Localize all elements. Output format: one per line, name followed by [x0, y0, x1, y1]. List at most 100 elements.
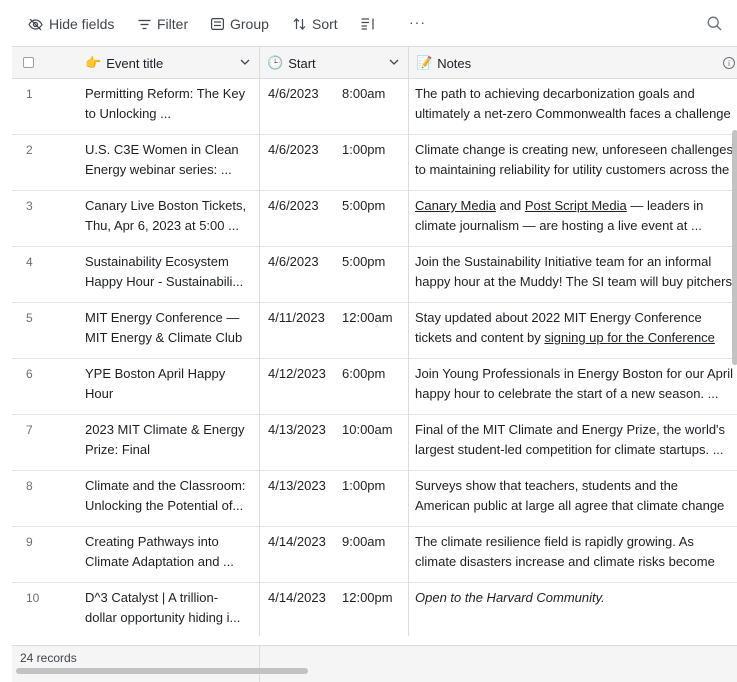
start-time-cell[interactable]: 12:00pm — [342, 588, 393, 608]
start-date-cell[interactable]: 4/13/2023 — [268, 476, 326, 496]
event-title-cell[interactable]: Creating Pathways into Climate Adaptatio… — [85, 532, 255, 572]
table-row[interactable]: 5 MIT Energy Conference — MIT Energy & Cl… — [12, 303, 737, 359]
notes-link[interactable]: signing up for the Conference — [544, 330, 715, 345]
start-date-cell[interactable]: 4/6/2023 — [268, 252, 319, 272]
table-row[interactable]: 6 YPE Boston April Happy Hour 4/12/2023 6:0… — [12, 359, 737, 415]
start-date-cell[interactable]: 4/14/2023 — [268, 588, 326, 608]
column-label: Start — [288, 55, 316, 71]
start-time-cell[interactable]: 6:00pm — [342, 364, 385, 384]
records-grid: 👉 Event title 🕒 Start 📝 Notes i 1 Permitt… — [12, 46, 737, 636]
row-number: 7 — [26, 423, 33, 437]
notes-cell[interactable]: Open to the Harvard Community. — [415, 588, 737, 608]
event-title-cell[interactable]: Sustainability Ecosystem Happy Hour - Su… — [85, 252, 255, 292]
start-date-cell[interactable]: 4/6/2023 — [268, 196, 319, 216]
start-time-cell[interactable]: 9:00am — [342, 532, 385, 552]
start-time-cell[interactable]: 8:00am — [342, 84, 385, 104]
column-header-notes[interactable]: 📝 Notes — [416, 47, 471, 79]
hide-fields-label: Hide fields — [49, 16, 115, 32]
notes-text: happy hour to celebrate the start of a n… — [415, 386, 719, 401]
start-date-cell[interactable]: 4/13/2023 — [268, 420, 326, 440]
chevron-down-icon[interactable] — [240, 59, 250, 66]
clock-icon: 🕒 — [267, 55, 284, 70]
column-label: Event title — [106, 55, 164, 71]
event-title-cell[interactable]: MIT Energy Conference — MIT Energy & Cli… — [85, 308, 255, 348]
vertical-scrollbar[interactable] — [732, 130, 737, 365]
column-header-start[interactable]: 🕒 Start — [267, 47, 316, 79]
eye-slash-icon — [28, 18, 43, 30]
start-date-cell[interactable]: 4/11/2023 — [268, 308, 325, 328]
notes-text: Join the Sustainability Initiative team … — [415, 254, 712, 269]
pointing-hand-icon: 👉 — [85, 55, 102, 70]
event-title-cell[interactable]: Permitting Reform: The Key to Unlocking … — [85, 84, 255, 124]
toolbar: Hide fields Filter Group Sort ··· — [0, 0, 737, 47]
start-date-cell[interactable]: 4/6/2023 — [268, 140, 319, 160]
notes-cell[interactable]: The climate resilience field is rapidly … — [415, 532, 737, 572]
notes-link[interactable]: Post Script Media — [525, 198, 627, 213]
notes-text: The path to achieving decarbonization go… — [415, 86, 695, 101]
notes-text: Stay updated about 2022 MIT Energy Confe… — [415, 310, 702, 325]
chevron-down-icon[interactable] — [389, 59, 399, 66]
notes-link[interactable]: Canary Media — [415, 198, 496, 213]
select-all-checkbox[interactable] — [23, 57, 34, 68]
table-row[interactable]: 2 U.S. C3E Women in Clean Energy webinar … — [12, 135, 737, 191]
column-divider — [408, 46, 409, 636]
event-title-cell[interactable]: Climate and the Classroom: Unlocking the… — [85, 476, 255, 516]
column-header-event-title[interactable]: 👉 Event title — [85, 47, 163, 79]
table-row[interactable]: 9 Creating Pathways into Climate Adaptati… — [12, 527, 737, 583]
row-number: 10 — [26, 591, 40, 605]
row-number: 6 — [26, 367, 33, 381]
search-icon[interactable] — [707, 16, 722, 34]
notes-text: The climate resilience field is rapidly … — [415, 534, 694, 549]
table-row[interactable]: 10 D^3 Catalyst | A trillion- dollar oppo… — [12, 583, 737, 636]
notes-text: Open to the Harvard Community. — [415, 590, 605, 605]
row-number: 5 — [26, 311, 33, 325]
info-icon[interactable]: i — [723, 57, 735, 69]
start-time-cell[interactable]: 1:00pm — [342, 140, 385, 160]
start-time-cell[interactable]: 1:00pm — [342, 476, 385, 496]
start-date-cell[interactable]: 4/12/2023 — [268, 364, 326, 384]
hide-fields-button[interactable]: Hide fields — [28, 14, 114, 34]
start-time-cell[interactable]: 12:00am — [342, 308, 393, 328]
notes-cell[interactable]: Surveys show that teachers, students and… — [415, 476, 737, 516]
event-title-cell[interactable]: YPE Boston April Happy Hour — [85, 364, 255, 404]
notes-text: tickets and content by — [415, 330, 545, 345]
notes-cell[interactable]: Join the Sustainability Initiative team … — [415, 252, 737, 292]
start-date-cell[interactable]: 4/14/2023 — [268, 532, 326, 552]
memo-icon: 📝 — [416, 55, 433, 70]
notes-cell[interactable]: Join Young Professionals in Energy Bosto… — [415, 364, 737, 404]
group-button[interactable]: Group — [211, 14, 269, 34]
start-date-cell[interactable]: 4/6/2023 — [268, 84, 319, 104]
filter-icon — [138, 19, 151, 29]
column-divider — [259, 646, 260, 682]
row-height-button[interactable] — [361, 14, 382, 34]
horizontal-scrollbar[interactable] — [16, 668, 308, 674]
notes-text: to maintaining reliability for utility c… — [415, 162, 730, 177]
notes-text: — leaders in — [626, 198, 704, 213]
more-options-button[interactable]: ··· — [409, 12, 426, 32]
start-time-cell[interactable]: 5:00pm — [342, 196, 385, 216]
notes-text: climate disasters increase and climate r… — [415, 554, 715, 569]
table-row[interactable]: 4 Sustainability Ecosystem Happy Hour - S… — [12, 247, 737, 303]
column-divider — [259, 46, 260, 636]
notes-cell[interactable]: Final of the MIT Climate and Energy Priz… — [415, 420, 737, 460]
table-row[interactable]: 1 Permitting Reform: The Key to Unlocking… — [12, 79, 737, 135]
notes-cell[interactable]: The path to achieving decarbonization go… — [415, 84, 737, 124]
notes-cell[interactable]: Canary Media and Post Script Media — lea… — [415, 196, 737, 236]
row-number: 4 — [26, 255, 33, 269]
event-title-cell[interactable]: Canary Live Boston Tickets, Thu, Apr 6, … — [85, 196, 255, 236]
table-row[interactable]: 3 Canary Live Boston Tickets, Thu, Apr 6,… — [12, 191, 737, 247]
filter-button[interactable]: Filter — [138, 14, 188, 34]
notes-cell[interactable]: Stay updated about 2022 MIT Energy Confe… — [415, 308, 737, 348]
row-height-icon — [361, 18, 374, 30]
table-row[interactable]: 8 Climate and the Classroom: Unlocking th… — [12, 471, 737, 527]
table-row[interactable]: 7 2023 MIT Climate & Energy Prize: Final 4… — [12, 415, 737, 471]
event-title-cell[interactable]: D^3 Catalyst | A trillion- dollar opport… — [85, 588, 255, 628]
sort-button[interactable]: Sort — [293, 14, 338, 34]
row-number: 1 — [26, 87, 33, 101]
start-time-cell[interactable]: 5:00pm — [342, 252, 385, 272]
notes-cell[interactable]: Climate change is creating new, unforese… — [415, 140, 737, 180]
group-label: Group — [230, 16, 269, 32]
event-title-cell[interactable]: 2023 MIT Climate & Energy Prize: Final — [85, 420, 255, 460]
start-time-cell[interactable]: 10:00am — [342, 420, 393, 440]
event-title-cell[interactable]: U.S. C3E Women in Clean Energy webinar s… — [85, 140, 255, 180]
